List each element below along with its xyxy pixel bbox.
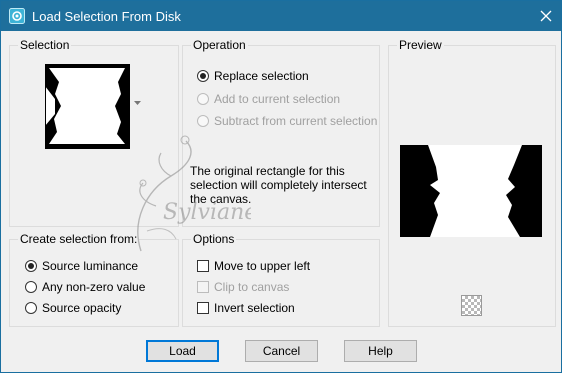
clip-to-canvas-checkbox: Clip to canvas bbox=[197, 279, 289, 295]
subtract-from-selection-label: Subtract from current selection bbox=[214, 114, 378, 128]
checkbox[interactable] bbox=[197, 302, 209, 314]
radio-button[interactable] bbox=[197, 70, 209, 82]
selection-preview bbox=[400, 145, 542, 237]
subtract-from-selection-radio: Subtract from current selection bbox=[197, 113, 377, 129]
close-button[interactable] bbox=[531, 1, 561, 31]
radio-button bbox=[197, 115, 209, 127]
move-to-upper-left-label: Move to upper left bbox=[214, 259, 311, 273]
checkbox bbox=[197, 281, 209, 293]
operation-group-label: Operation bbox=[191, 38, 248, 52]
invert-selection-checkbox[interactable]: Invert selection bbox=[197, 300, 295, 316]
watermark-text: Sylviane bbox=[163, 200, 251, 225]
radio-button bbox=[197, 93, 209, 105]
any-non-zero-radio[interactable]: Any non-zero value bbox=[25, 279, 145, 295]
watermark-flourish: Sylviane bbox=[137, 135, 251, 252]
dialog-window: Load Selection From Disk Selection Opera… bbox=[0, 0, 562, 373]
close-icon bbox=[540, 10, 552, 22]
help-button[interactable]: Help bbox=[344, 340, 417, 362]
cancel-button[interactable]: Cancel bbox=[245, 340, 318, 362]
clip-to-canvas-label: Clip to canvas bbox=[214, 280, 290, 294]
title-bar[interactable]: Load Selection From Disk bbox=[1, 1, 561, 31]
checkbox[interactable] bbox=[197, 260, 209, 272]
add-to-selection-label: Add to current selection bbox=[214, 92, 341, 106]
invert-selection-label: Invert selection bbox=[214, 301, 295, 315]
checkerboard-icon[interactable] bbox=[461, 295, 482, 316]
radio-button[interactable] bbox=[25, 302, 37, 314]
radio-button[interactable] bbox=[25, 281, 37, 293]
load-button[interactable]: Load bbox=[146, 340, 219, 362]
app-icon bbox=[9, 8, 25, 24]
source-opacity-radio[interactable]: Source opacity bbox=[25, 300, 121, 316]
source-opacity-label: Source opacity bbox=[42, 301, 122, 315]
preview-group-label: Preview bbox=[397, 38, 444, 52]
source-luminance-label: Source luminance bbox=[42, 259, 139, 273]
radio-button[interactable] bbox=[25, 260, 37, 272]
any-non-zero-label: Any non-zero value bbox=[42, 280, 146, 294]
window-title: Load Selection From Disk bbox=[32, 9, 181, 24]
replace-selection-label: Replace selection bbox=[214, 69, 309, 83]
thumbnail-dropdown-icon[interactable] bbox=[134, 101, 141, 106]
add-to-selection-radio: Add to current selection bbox=[197, 91, 340, 107]
replace-selection-radio[interactable]: Replace selection bbox=[197, 68, 309, 84]
selection-group-label: Selection bbox=[18, 38, 72, 52]
